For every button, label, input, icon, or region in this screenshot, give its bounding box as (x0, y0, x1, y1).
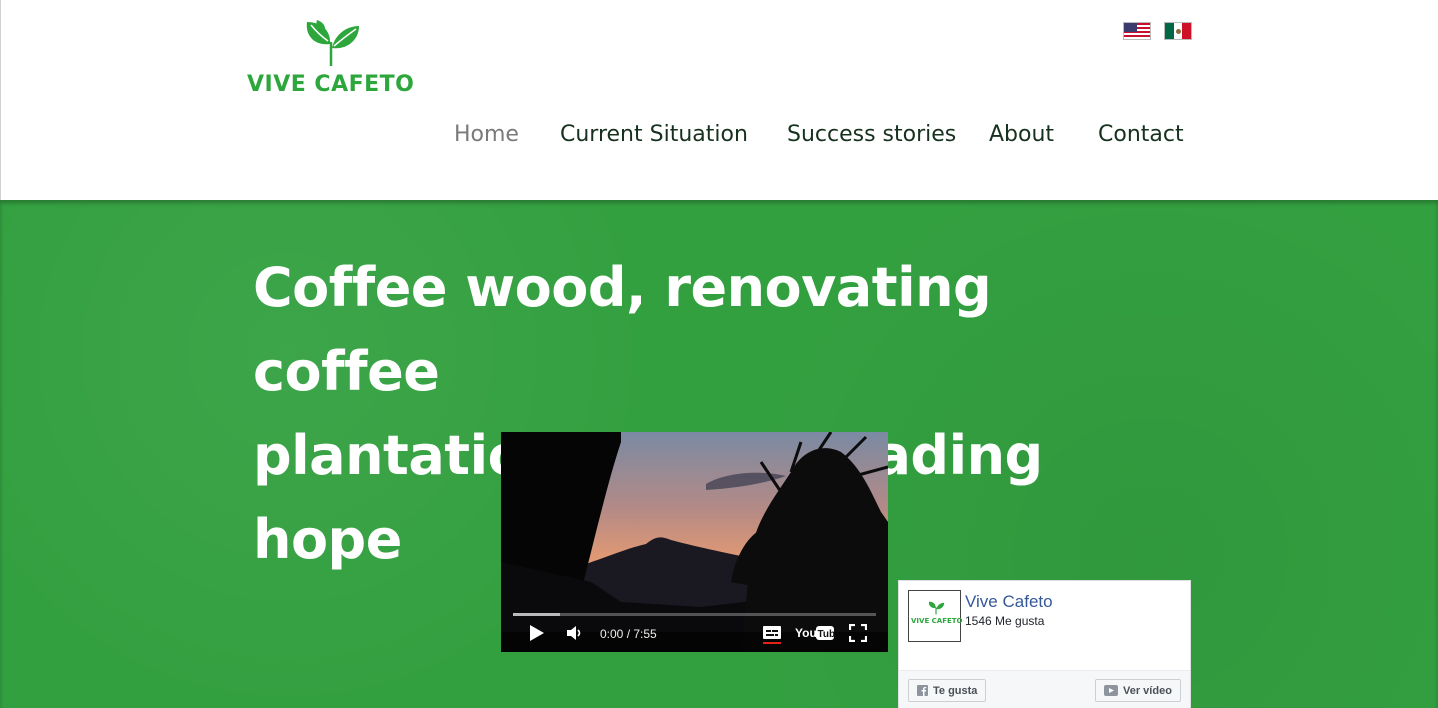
subtitles-icon[interactable] (762, 624, 782, 644)
fb-like-label: Te gusta (933, 684, 978, 697)
svg-text:Tube: Tube (818, 629, 836, 640)
logo-wordmark: VIVE CAFETO (247, 72, 415, 97)
svg-text:You: You (795, 626, 817, 640)
site-logo[interactable]: VIVE CAFETO (245, 20, 420, 100)
fb-like-count: 1546 Me gusta (965, 614, 1045, 628)
facebook-page-widget: VIVE CAFETO Vive Cafeto 1546 Me gusta Te… (898, 580, 1191, 708)
facebook-icon (917, 685, 928, 696)
video-player[interactable]: 0:00 / 7:55 You Tube (501, 432, 888, 652)
nav-item-about[interactable]: About (989, 122, 1054, 147)
hero-title-line1: Coffee wood, renovating coffee (253, 256, 992, 403)
youtube-logo[interactable]: You Tube (795, 624, 835, 642)
mx-flag-icon[interactable] (1164, 22, 1192, 40)
fb-page-avatar[interactable]: VIVE CAFETO (908, 590, 963, 642)
video-icon (1104, 685, 1118, 696)
main-nav: Home Current Situation Success stories A… (1, 122, 1438, 156)
play-icon[interactable] (529, 624, 545, 642)
fb-page-name[interactable]: Vive Cafeto (965, 592, 1053, 612)
nav-item-contact[interactable]: Contact (1098, 122, 1184, 147)
volume-icon[interactable] (565, 624, 583, 642)
video-progress-bar[interactable] (513, 613, 876, 616)
fb-like-button[interactable]: Te gusta (908, 679, 987, 702)
nav-item-home[interactable]: Home (454, 122, 519, 147)
fullscreen-icon[interactable] (849, 624, 867, 642)
video-controls: 0:00 / 7:55 You Tube (501, 620, 888, 650)
video-time: 0:00 / 7:55 (600, 627, 657, 641)
nav-item-success-stories[interactable]: Success stories (787, 122, 956, 147)
fb-avatar-wordmark: VIVE CAFETO (911, 617, 963, 625)
coffee-leaves-icon (306, 20, 359, 66)
fb-watch-video-button[interactable]: Ver vídeo (1095, 679, 1181, 702)
fb-action-bar: Te gusta Ver vídeo (899, 670, 1190, 708)
us-flag-icon[interactable] (1123, 22, 1151, 40)
fb-video-label: Ver vídeo (1123, 684, 1172, 697)
language-switcher (1123, 22, 1192, 40)
nav-item-current-situation[interactable]: Current Situation (560, 122, 748, 147)
coffee-leaves-icon (928, 601, 945, 615)
site-header: VIVE CAFETO Home Current Situation Succe… (0, 0, 1438, 200)
hero-section: Coffee wood, renovating coffee plantatio… (0, 200, 1438, 708)
video-progress-fill (513, 613, 561, 616)
video-thumbnail (501, 432, 888, 652)
